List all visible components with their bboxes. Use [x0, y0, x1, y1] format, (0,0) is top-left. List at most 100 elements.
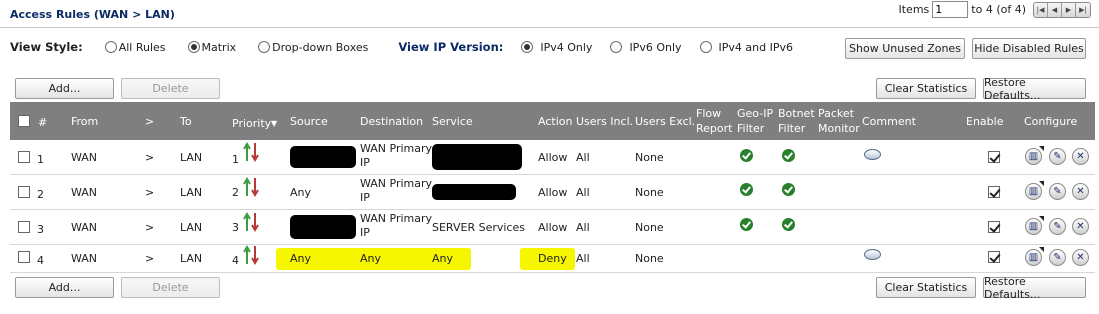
edit-icon[interactable]: ✎	[1049, 183, 1066, 200]
col-enable[interactable]: Enable	[966, 115, 1003, 128]
botnet-enabled-icon	[782, 149, 795, 162]
items-input[interactable]	[932, 1, 969, 18]
row-arrow: >	[145, 221, 155, 234]
row-dest-2: IP	[360, 191, 370, 204]
redacted-service	[432, 144, 522, 170]
row-users-incl: All	[576, 186, 590, 199]
statistics-icon[interactable]: ▥	[1025, 181, 1044, 200]
priority-arrows-icon[interactable]	[243, 245, 259, 265]
radio-ipv4[interactable]: IPv4 Only	[521, 41, 592, 54]
radio-dropdown[interactable]: Drop-down Boxes	[258, 41, 368, 54]
row-arrow: >	[145, 252, 155, 265]
restore-defaults-button[interactable]: Restore Defaults...	[983, 76, 1086, 102]
last-page-icon[interactable]: ▶|	[1076, 2, 1090, 17]
first-page-icon[interactable]: |◀	[1034, 2, 1048, 17]
row-users-incl: All	[576, 151, 590, 164]
row-num: 3	[37, 223, 44, 236]
radio-ipv4-label: IPv4 Only	[540, 40, 593, 54]
edit-icon[interactable]: ✎	[1049, 218, 1066, 235]
edit-icon[interactable]: ✎	[1049, 249, 1066, 266]
select-all-checkbox[interactable]	[18, 115, 30, 127]
show-unused-zones-button[interactable]: Show Unused Zones	[845, 38, 965, 59]
col-geoip-1: Geo-IP	[737, 107, 774, 120]
geoip-enabled-icon	[740, 149, 753, 162]
row-checkbox[interactable]	[18, 221, 30, 233]
col-priority[interactable]: Priority	[232, 117, 271, 130]
add-button[interactable]: Add...	[15, 78, 114, 99]
col-to[interactable]: To	[180, 115, 192, 128]
row-checkbox[interactable]	[18, 151, 30, 163]
radio-ipv4-dot[interactable]	[521, 41, 534, 53]
statistics-icon[interactable]: ▥	[1025, 216, 1044, 235]
row-from: WAN	[71, 186, 98, 199]
enable-checkbox[interactable]	[987, 221, 1000, 233]
add-button-bottom[interactable]: Add...	[15, 277, 114, 298]
row-source: Any	[290, 186, 312, 199]
row-checkbox[interactable]	[18, 251, 30, 263]
row-arrow: >	[145, 151, 155, 164]
delete-icon[interactable]: ✕	[1072, 249, 1089, 266]
radio-all-rules[interactable]: All Rules	[104, 41, 166, 54]
comment-bubble-icon[interactable]	[864, 149, 881, 160]
row-action: Allow	[538, 186, 568, 199]
title-bar: Access Rules (WAN > LAN) Items to 4 (of …	[0, 0, 1099, 28]
radio-matrix[interactable]: Matrix	[187, 40, 237, 54]
radio-ipv6[interactable]: IPv6 Only	[610, 41, 682, 54]
delete-icon[interactable]: ✕	[1072, 218, 1089, 235]
col-users-excl[interactable]: Users Excl.	[635, 115, 695, 128]
radio-all-rules-dot[interactable]	[104, 41, 117, 53]
col-source[interactable]: Source	[290, 115, 328, 128]
priority-arrows-icon[interactable]	[243, 177, 259, 197]
delete-icon[interactable]: ✕	[1072, 183, 1089, 200]
col-destination[interactable]: Destination	[360, 115, 423, 128]
row-checkbox[interactable]	[18, 186, 30, 198]
row-users-excl: None	[635, 252, 664, 265]
radio-ipv4-ipv6-dot[interactable]	[699, 41, 712, 53]
radio-matrix-label: Matrix	[201, 40, 237, 54]
enable-checkbox[interactable]	[987, 186, 1000, 198]
row-from: WAN	[71, 151, 98, 164]
delete-button[interactable]: Delete	[121, 78, 220, 99]
table-row[interactable]: 2 WAN > LAN 2 Any WAN Primary IP Allow A…	[10, 175, 1095, 210]
next-page-icon[interactable]: ▶	[1062, 2, 1076, 17]
hide-disabled-rules-button[interactable]: Hide Disabled Rules	[972, 38, 1086, 59]
col-packet-2: Monitor	[818, 122, 860, 135]
col-service[interactable]: Service	[432, 115, 473, 128]
delete-button-bottom[interactable]: Delete	[121, 277, 220, 298]
statistics-icon[interactable]: ▥	[1025, 146, 1044, 165]
col-num: #	[38, 116, 48, 129]
prev-page-icon[interactable]: ◀	[1048, 2, 1062, 17]
restore-defaults-button-bottom[interactable]: Restore Defaults...	[983, 275, 1086, 301]
row-dest-1: WAN Primary	[360, 177, 433, 190]
comment-bubble-icon[interactable]	[864, 249, 881, 260]
radio-ipv4-ipv6[interactable]: IPv4 and IPv6	[699, 41, 793, 54]
table-row[interactable]: 3 WAN > LAN 3 WAN Primary IP SERVER Serv…	[10, 210, 1095, 245]
col-action[interactable]: Action	[538, 115, 572, 128]
col-users-incl[interactable]: Users Incl.	[576, 115, 633, 128]
radio-ipv6-dot[interactable]	[610, 41, 623, 53]
row-source: Any	[290, 252, 312, 265]
row-users-incl: All	[576, 252, 590, 265]
priority-arrows-icon[interactable]	[243, 212, 259, 232]
clear-statistics-button[interactable]: Clear Statistics	[876, 78, 976, 99]
pager: Items to 4 (of 4) |◀ ◀ ▶ ▶|	[899, 1, 1091, 18]
clear-statistics-button-bottom[interactable]: Clear Statistics	[876, 277, 976, 298]
row-to: LAN	[180, 252, 203, 265]
row-action: Deny	[538, 252, 567, 265]
radio-dropdown-dot[interactable]	[258, 41, 271, 53]
col-comment[interactable]: Comment	[862, 115, 916, 128]
row-action: Allow	[538, 221, 568, 234]
row-num: 2	[37, 188, 44, 201]
enable-checkbox[interactable]	[987, 251, 1000, 263]
col-flow-report-2: Report	[696, 122, 733, 135]
col-configure: Configure	[1024, 115, 1078, 128]
statistics-icon[interactable]: ▥	[1025, 247, 1044, 266]
table-row[interactable]: 4 WAN > LAN 4 Any Any Any Deny All None …	[10, 245, 1095, 273]
delete-icon[interactable]: ✕	[1072, 148, 1089, 165]
table-row[interactable]: 1 WAN > LAN 1 WAN Primary IP Allow All N…	[10, 140, 1095, 175]
priority-arrows-icon[interactable]	[243, 142, 259, 162]
radio-matrix-dot[interactable]	[187, 41, 200, 53]
col-from[interactable]: From	[71, 115, 98, 128]
enable-checkbox[interactable]	[987, 151, 1000, 163]
edit-icon[interactable]: ✎	[1049, 148, 1066, 165]
